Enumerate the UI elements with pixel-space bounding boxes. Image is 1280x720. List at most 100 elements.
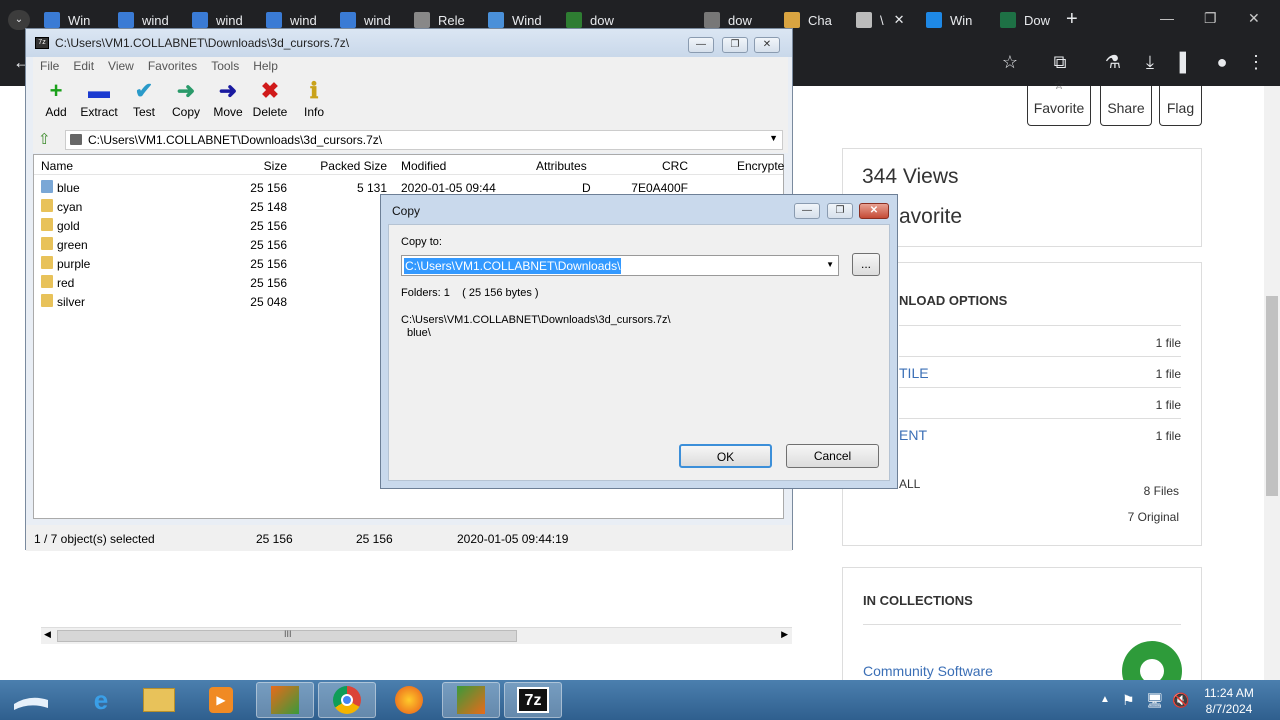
- star-icon[interactable]: ☆: [998, 52, 1022, 73]
- close-icon[interactable]: ✕: [754, 37, 780, 53]
- browser-tab[interactable]: \ ✕: [850, 6, 916, 34]
- download-icon[interactable]: ⤓: [1138, 52, 1162, 73]
- scroll-left-icon[interactable]: ◀: [44, 629, 51, 640]
- folder-icon: [41, 237, 53, 250]
- close-icon[interactable]: ✕: [1248, 10, 1260, 27]
- menu-icon[interactable]: ⋮: [1244, 52, 1268, 73]
- dropdown-arrow-icon[interactable]: ▼: [769, 133, 778, 143]
- restore-icon[interactable]: ❐: [827, 203, 853, 219]
- column-header[interactable]: Size: [264, 159, 287, 173]
- address-combobox[interactable]: C:\Users\VM1.COLLABNET\Downloads\3d_curs…: [65, 130, 783, 150]
- tab-label: wind: [142, 12, 169, 28]
- collection-link[interactable]: Community Software: [863, 663, 993, 679]
- file-name: red: [57, 276, 75, 290]
- taskbar-app-1[interactable]: [256, 682, 314, 718]
- new-tab-button[interactable]: +: [1066, 8, 1078, 31]
- destination-path-combobox[interactable]: C:\Users\VM1.COLLABNET\Downloads\ ▼: [401, 255, 839, 276]
- labs-icon[interactable]: ⚗: [1101, 52, 1125, 73]
- taskbar-chrome[interactable]: [318, 682, 376, 718]
- download-option-row[interactable]: 1 file: [899, 387, 1181, 418]
- copy-button[interactable]: ➜ Copy: [163, 77, 209, 119]
- download-options-title: NLOAD OPTIONS: [899, 293, 1008, 308]
- extensions-icon[interactable]: ⧉: [1048, 52, 1072, 73]
- taskbar-media-player[interactable]: ▶: [192, 682, 250, 718]
- flag-button[interactable]: Flag: [1159, 86, 1202, 126]
- star-icon: ☆: [1053, 78, 1065, 92]
- ok-button[interactable]: OK: [679, 444, 772, 468]
- column-header[interactable]: Encrypte: [737, 159, 784, 173]
- test-button[interactable]: ✔ Test: [121, 77, 167, 119]
- extract-button[interactable]: ▬ Extract: [76, 77, 122, 119]
- up-folder-icon[interactable]: ⇧: [38, 130, 51, 148]
- file-size: 25 156: [250, 219, 287, 233]
- tab-search-button[interactable]: ⌄: [8, 10, 30, 30]
- add-button[interactable]: + Add: [33, 77, 79, 119]
- column-header[interactable]: Modified: [401, 159, 446, 173]
- profile-icon[interactable]: ●: [1210, 52, 1234, 73]
- address-text: C:\Users\VM1.COLLABNET\Downloads\3d_curs…: [88, 133, 383, 147]
- close-icon[interactable]: ✕: [859, 203, 889, 219]
- info-button[interactable]: ℹ Info: [291, 77, 337, 119]
- volume-icon[interactable]: 🔇: [1172, 692, 1189, 709]
- browser-tab[interactable]: Win: [920, 6, 988, 34]
- copy-icon: ➜: [176, 78, 196, 103]
- sidepanel-icon[interactable]: ▌: [1174, 52, 1198, 73]
- download-option-row[interactable]: 1 file: [899, 325, 1181, 356]
- show-hidden-icons[interactable]: ▲: [1100, 694, 1110, 705]
- menu-edit[interactable]: Edit: [66, 57, 101, 75]
- menu-file[interactable]: File: [33, 57, 66, 75]
- minimize-icon[interactable]: —: [688, 37, 714, 53]
- minimize-icon[interactable]: —: [1160, 10, 1174, 26]
- share-button[interactable]: Share: [1100, 86, 1152, 126]
- download-option-label[interactable]: ENT: [899, 427, 927, 443]
- minimize-icon[interactable]: —: [794, 203, 820, 219]
- column-header[interactable]: CRC: [662, 159, 688, 173]
- browse-button[interactable]: ...: [852, 253, 880, 276]
- restore-icon[interactable]: ❐: [1204, 10, 1217, 27]
- system-clock[interactable]: 11:24 AM 8/7/2024: [1194, 685, 1264, 717]
- 7zip-menubar: File Edit View Favorites Tools Help: [33, 57, 788, 77]
- horizontal-scrollbar-thumb[interactable]: III: [57, 629, 517, 642]
- menu-view[interactable]: View: [101, 57, 141, 75]
- page-scrollbar-thumb[interactable]: [1266, 296, 1278, 496]
- flag-label: Flag: [1166, 100, 1195, 116]
- move-button[interactable]: ➜ Move: [205, 77, 251, 119]
- media-player-icon: ▶: [209, 687, 233, 713]
- download-option-label[interactable]: TILE: [899, 365, 929, 381]
- column-header[interactable]: Packed Size: [320, 159, 387, 173]
- taskbar-7zip[interactable]: 7z: [504, 682, 562, 718]
- 7zip-toolbar: + Add ▬ Extract ✔ Test ➜ Copy ➜ Move ✖ Delete ℹ Info: [33, 77, 788, 127]
- favorite-count: avorite: [899, 205, 963, 228]
- scroll-right-icon[interactable]: ▶: [781, 629, 788, 640]
- download-option-row[interactable]: TILE 1 file: [899, 356, 1181, 387]
- menu-favorites[interactable]: Favorites: [141, 57, 204, 75]
- network-icon[interactable]: 🖥: [1146, 692, 1164, 709]
- menu-tools[interactable]: Tools: [204, 57, 246, 75]
- start-button[interactable]: [10, 690, 52, 712]
- dropdown-arrow-icon[interactable]: ▼: [826, 260, 834, 269]
- column-header[interactable]: Attributes: [536, 159, 587, 173]
- 7zip-titlebar[interactable]: 7z C:\Users\VM1.COLLABNET\Downloads\3d_c…: [26, 29, 792, 57]
- favorite-button[interactable]: ☆ Favorite: [1027, 78, 1091, 126]
- horizontal-scrollbar[interactable]: ◀ III ▶: [41, 627, 792, 644]
- close-tab-icon[interactable]: ✕: [894, 12, 905, 28]
- tab-label: Rele: [438, 12, 465, 28]
- download-option-row[interactable]: ENT 1 file: [899, 418, 1181, 449]
- taskbar-app-2[interactable]: [442, 682, 500, 718]
- status-modified: 2020-01-05 09:44:19: [457, 532, 569, 546]
- flag-icon[interactable]: ⚑: [1122, 692, 1135, 709]
- tab-favicon-icon: [340, 12, 356, 28]
- browser-tab[interactable]: Dow: [994, 6, 1062, 34]
- delete-button[interactable]: ✖ Delete: [247, 77, 293, 119]
- taskbar-explorer[interactable]: [130, 682, 188, 718]
- views-count: 344 Views: [862, 165, 959, 188]
- column-header[interactable]: Name: [41, 159, 73, 173]
- collections-title: IN COLLECTIONS: [863, 593, 973, 608]
- cancel-button[interactable]: Cancel: [786, 444, 879, 468]
- restore-icon[interactable]: ❐: [722, 37, 748, 53]
- menu-help[interactable]: Help: [246, 57, 285, 75]
- taskbar-firefox[interactable]: [380, 682, 438, 718]
- copy-dialog-titlebar[interactable]: Copy — ❐ ✕: [381, 195, 897, 223]
- show-all-link[interactable]: ALL: [899, 477, 920, 491]
- taskbar-ie[interactable]: e: [72, 682, 130, 718]
